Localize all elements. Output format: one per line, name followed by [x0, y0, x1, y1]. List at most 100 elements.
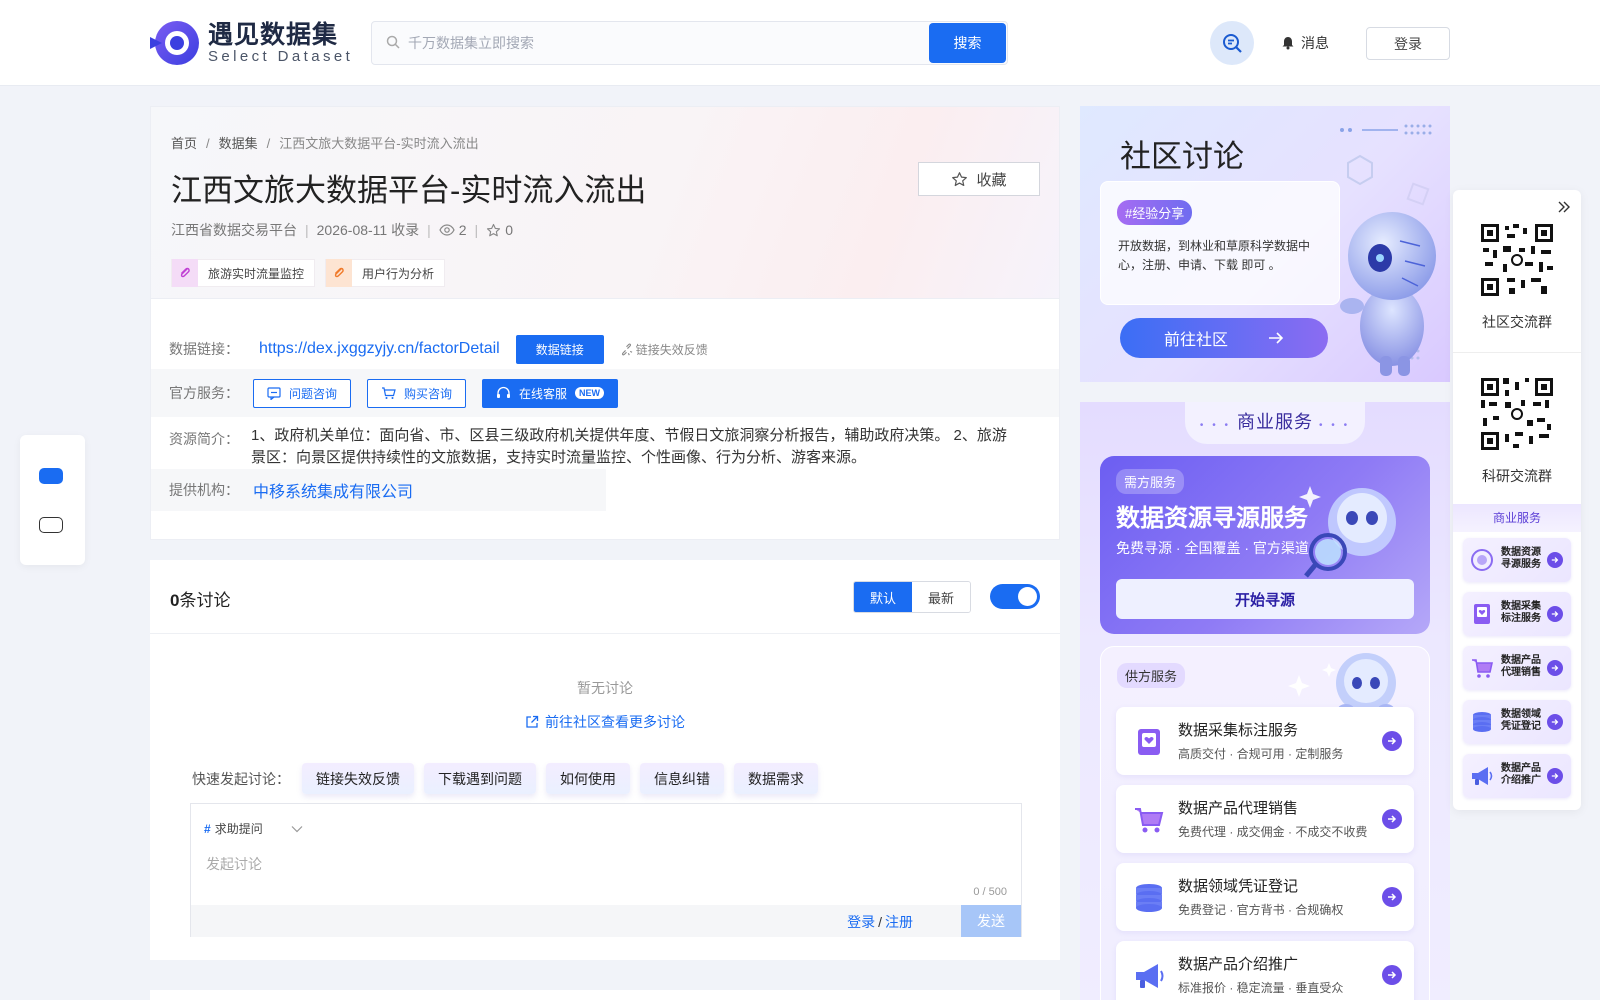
top-bar: 遇见数据集 Select Dataset 搜索 消息 登录: [0, 0, 1600, 86]
ai-search-button[interactable]: [1210, 21, 1254, 65]
quick-chip[interactable]: 下载遇到问题: [424, 763, 536, 794]
tag-item[interactable]: 用户行为分析: [325, 259, 446, 287]
community-title: 社区讨论: [1120, 139, 1244, 174]
star-count: 0: [486, 222, 513, 238]
login-button[interactable]: 登录: [1366, 27, 1450, 60]
arrow-right-circle-icon: [1547, 606, 1563, 622]
community-more-link[interactable]: 前往社区查看更多讨论: [150, 712, 1060, 732]
community-card: 社区讨论 #经验分享 开放数据，到林业和草原科学数据中心，注册、申请、下载 即可…: [1080, 106, 1450, 382]
left-side-panel: [20, 435, 85, 565]
topic-select[interactable]: # 求助提问: [204, 820, 303, 837]
side-service-sourcing[interactable]: 数据资源寻源服务: [1463, 538, 1571, 582]
purchase-consult-button[interactable]: 购买咨询: [367, 378, 467, 408]
quick-discussion: 快速发起讨论： 链接失效反馈 下载遇到问题 如何使用 信息纠错 数据需求: [192, 763, 818, 794]
community-more-label: 前往社区查看更多讨论: [545, 714, 685, 730]
breadcrumb-current: 江西文旅大数据平台-实时流入流出: [279, 136, 479, 151]
breadcrumb: 首页 / 数据集 / 江西文旅大数据平台-实时流入流出: [171, 133, 479, 152]
empty-state: 暂无讨论: [577, 680, 633, 696]
side-service-registration[interactable]: 数据领域凭证登记: [1463, 700, 1571, 744]
dataset-source[interactable]: 江西省数据交易平台: [171, 220, 297, 240]
question-consult-button[interactable]: 问题咨询: [253, 378, 352, 408]
link-feedback-button[interactable]: 链接失效反馈: [620, 341, 708, 358]
question-consult-label: 问题咨询: [289, 386, 338, 401]
megaphone-icon: [1472, 767, 1493, 785]
discussion-header: 0条讨论 默认 最新: [150, 560, 1060, 634]
demand-subtitle: 免费寻源 · 全国覆盖 · 官方渠道: [1116, 540, 1309, 556]
search-input[interactable]: [408, 31, 928, 55]
label-icon: [1138, 729, 1160, 755]
side-service-label: 数据资源寻源服务: [1501, 547, 1541, 570]
arrow-right-circle-icon[interactable]: [1382, 731, 1402, 751]
breadcrumb-datasets[interactable]: 数据集: [219, 136, 258, 151]
breadcrumb-home[interactable]: 首页: [171, 136, 197, 151]
target-icon: [1471, 549, 1493, 571]
page-title: 江西文旅大数据平台-实时流入流出: [171, 173, 647, 208]
quick-chip[interactable]: 信息纠错: [640, 763, 724, 794]
favorite-button[interactable]: 收藏: [918, 162, 1040, 196]
data-link-url[interactable]: https://dex.jxggzyjy.cn/factorDetail: [259, 340, 500, 358]
tag-list: 旅游实时流量监控 用户行为分析: [171, 259, 446, 287]
bell-icon: [1282, 37, 1294, 50]
online-service-button[interactable]: 在线客服 NEW: [482, 378, 619, 408]
theme-toggle-outline[interactable]: [39, 517, 63, 533]
supply-item-title: 数据采集标注服务: [1178, 722, 1299, 739]
paperclip-icon: [326, 259, 353, 287]
supply-item-promotion[interactable]: 数据产品介绍推广 标准报价 · 稳定流量 · 垂直受众: [1116, 941, 1414, 1000]
broken-link-icon: [621, 343, 633, 355]
supply-service-card: 供方服务 数据采集标注服务 高质交付 · 合规可用 · 定制服务 数据产品代理销…: [1100, 646, 1430, 1000]
community-tag: #经验分享: [1117, 200, 1193, 225]
eye-icon: [439, 224, 455, 236]
quick-chip[interactable]: 数据需求: [734, 763, 818, 794]
logo-title: 遇见数据集: [208, 21, 339, 49]
arrow-right-circle-icon[interactable]: [1382, 887, 1402, 907]
sort-default-button[interactable]: 默认: [854, 582, 912, 612]
quick-chip[interactable]: 链接失效反馈: [302, 763, 414, 794]
register-link[interactable]: 注册: [885, 914, 913, 930]
collapse-panel-button[interactable]: [1557, 200, 1571, 217]
messages-link[interactable]: 消息: [1281, 33, 1329, 53]
dataset-header: 首页 / 数据集 / 江西文旅大数据平台-实时流入流出 江西文旅大数据平台-实时流入流出…: [151, 107, 1059, 299]
data-link-label: 数据链接：: [169, 341, 239, 357]
view-count: 2: [439, 222, 467, 238]
login-register-links: 登录 / 注册: [847, 912, 913, 932]
demand-title: 数据资源寻源服务: [1116, 505, 1308, 532]
data-link-button[interactable]: 数据链接: [515, 334, 604, 364]
supply-item-agency[interactable]: 数据产品代理销售 免费代理 · 成交佣金 · 不成交不收费: [1116, 785, 1414, 853]
new-badge: NEW: [575, 387, 605, 399]
arrow-right-circle-icon[interactable]: [1382, 965, 1402, 985]
login-link[interactable]: 登录: [847, 914, 875, 930]
side-service-collection[interactable]: 数据采集标注服务: [1463, 592, 1571, 636]
community-post-card[interactable]: #经验分享 开放数据，到林业和草原科学数据中心，注册、申请、下载 即可 。: [1100, 181, 1340, 305]
database-icon: [1473, 712, 1491, 732]
arrow-right-circle-icon[interactable]: [1382, 809, 1402, 829]
supply-item-collection[interactable]: 数据采集标注服务 高质交付 · 合规可用 · 定制服务: [1116, 707, 1414, 775]
sort-latest-button[interactable]: 最新: [912, 582, 970, 612]
send-button[interactable]: 发送: [961, 905, 1021, 937]
search-button[interactable]: 搜索: [929, 23, 1006, 63]
qr-code-icon: [1479, 222, 1555, 298]
supply-item-registration[interactable]: 数据领域凭证登记 免费登记 · 官方背书 · 合规确权: [1116, 863, 1414, 931]
arrow-right-circle-icon: [1547, 768, 1563, 784]
supply-item-title: 数据产品代理销售: [1178, 800, 1299, 817]
quick-chip[interactable]: 如何使用: [546, 763, 630, 794]
go-community-button[interactable]: 前往社区: [1120, 318, 1328, 358]
tag-item[interactable]: 旅游实时流量监控: [171, 259, 316, 287]
side-service-label: 数据采集标注服务: [1501, 601, 1541, 624]
supply-item-title: 数据产品介绍推广: [1178, 956, 1299, 973]
start-sourcing-button[interactable]: 开始寻源: [1116, 579, 1414, 619]
business-title: • • • 商业服务 • • •: [1185, 402, 1365, 444]
theme-toggle-blue[interactable]: [39, 468, 63, 484]
discussion-toggle[interactable]: [990, 584, 1040, 609]
side-service-agency[interactable]: 数据产品代理销售: [1463, 646, 1571, 690]
qr-code-icon: [1479, 376, 1555, 452]
char-counter: 0 / 500: [973, 886, 1007, 898]
provider-link[interactable]: 中移系统集成有限公司: [253, 478, 413, 502]
external-link-icon: [526, 715, 539, 728]
demand-service-card[interactable]: 需方服务 数据资源寻源服务 免费寻源 · 全国覆盖 · 官方渠道 开始寻源: [1100, 456, 1430, 634]
business-title-label: 商业服务: [1237, 412, 1313, 432]
side-service-promotion[interactable]: 数据产品介绍推广: [1463, 754, 1571, 798]
breadcrumb-separator: /: [266, 136, 271, 151]
logo[interactable]: 遇见数据集 Select Dataset: [150, 17, 353, 69]
next-section-card: [150, 990, 1060, 1000]
discussion-textarea[interactable]: [206, 854, 986, 884]
